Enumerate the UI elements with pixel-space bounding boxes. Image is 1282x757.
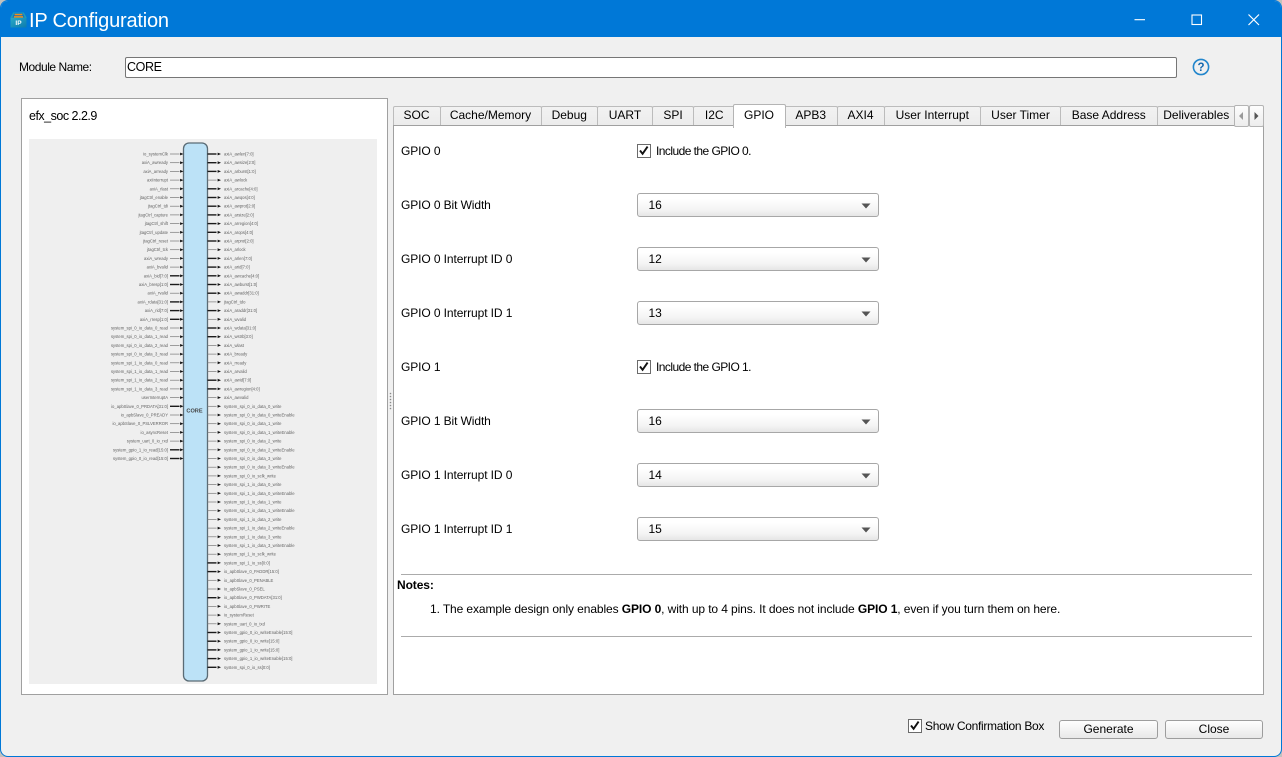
svg-text:axiA_bvalid: axiA_bvalid: [147, 265, 169, 270]
svg-text:system_spi_1_io_data_3_writeEn: system_spi_1_io_data_3_writeEnable: [224, 543, 295, 548]
svg-text:axiA_arburst[1:0]: axiA_arburst[1:0]: [224, 169, 256, 174]
svg-text:jtagCtrl_shift: jtagCtrl_shift: [144, 221, 169, 226]
svg-text:system_gpio_0_io_read[15:0]: system_gpio_0_io_read[15:0]: [113, 456, 168, 461]
svg-text:system_spi_0_io_data_2_write: system_spi_0_io_data_2_write: [224, 439, 282, 444]
svg-text:system_uart_0_io_rxd: system_uart_0_io_rxd: [127, 439, 169, 444]
svg-text:axiA_arqos[4:0]: axiA_arqos[4:0]: [224, 230, 253, 235]
svg-text:system_spi_1_io_data_3_write: system_spi_1_io_data_3_write: [224, 534, 282, 539]
svg-text:userInterruptA: userInterruptA: [141, 395, 168, 400]
svg-text:axiA_wready: axiA_wready: [144, 256, 169, 261]
svg-text:axiA_wstrb[3:0]: axiA_wstrb[3:0]: [224, 334, 253, 339]
svg-text:axiA_rdata[31:0]: axiA_rdata[31:0]: [138, 299, 169, 304]
svg-text:?: ?: [1197, 62, 1204, 74]
svg-text:axiA_rlast: axiA_rlast: [150, 186, 169, 191]
svg-text:axiA_arlen[7:0]: axiA_arlen[7:0]: [224, 256, 252, 261]
svg-text:system_uart_0_io_txd: system_uart_0_io_txd: [224, 621, 266, 626]
svg-text:axiA_wdata[31:0]: axiA_wdata[31:0]: [224, 326, 256, 331]
svg-text:axiA_awprot[2:0]: axiA_awprot[2:0]: [224, 204, 255, 209]
svg-text:system_gpio_1_io_write[15:0]: system_gpio_1_io_write[15:0]: [224, 647, 279, 652]
svg-text:io_apbSlave_0_PSLVERROR: io_apbSlave_0_PSLVERROR: [112, 421, 168, 426]
svg-text:axiA_araddr[31:0]: axiA_araddr[31:0]: [224, 308, 257, 313]
svg-text:system_gpio_0_io_write[15:0]: system_gpio_0_io_write[15:0]: [224, 639, 279, 644]
svg-text:system_spi_0_io_data_3_write: system_spi_0_io_data_3_write: [224, 456, 282, 461]
svg-text:axiA_rvalid: axiA_rvalid: [148, 291, 169, 296]
svg-text:system_spi_0_io_data_1_writeEn: system_spi_0_io_data_1_writeEnable: [224, 430, 295, 435]
svg-text:system_spi_0_io_data_3_read: system_spi_0_io_data_3_read: [111, 352, 169, 357]
svg-text:jtagCtrl_reset: jtagCtrl_reset: [142, 239, 169, 244]
svg-text:system_spi_1_io_data_0_writeEn: system_spi_1_io_data_0_writeEnable: [224, 491, 295, 496]
svg-text:CORE: CORE: [186, 409, 202, 415]
svg-text:axiA_arlock: axiA_arlock: [224, 247, 247, 252]
svg-text:io_apbSlave_0_PADDR[15:0]: io_apbSlave_0_PADDR[15:0]: [224, 569, 279, 574]
svg-text:system_spi_1_io_data_0_write: system_spi_1_io_data_0_write: [224, 482, 282, 487]
svg-text:axiA_arready: axiA_arready: [143, 169, 169, 174]
svg-text:jtagCtrl_tdo: jtagCtrl_tdo: [223, 299, 246, 304]
svg-text:system_spi_1_io_sclk_write: system_spi_1_io_sclk_write: [224, 552, 277, 557]
svg-text:axiA_awregion[4:0]: axiA_awregion[4:0]: [224, 386, 260, 391]
svg-text:system_gpio_0_io_writeEnable[1: system_gpio_0_io_writeEnable[15:0]: [224, 630, 292, 635]
svg-text:axiA_awlock: axiA_awlock: [224, 178, 248, 183]
svg-text:system_spi_0_io_data_2_read: system_spi_0_io_data_2_read: [111, 343, 169, 348]
svg-text:io_systemReset: io_systemReset: [224, 613, 255, 618]
svg-text:io_apbSlave_0_PREADY: io_apbSlave_0_PREADY: [121, 413, 168, 418]
svg-text:axiA_wlast: axiA_wlast: [224, 343, 245, 348]
svg-text:system_spi_0_io_data_0_writeEn: system_spi_0_io_data_0_writeEnable: [224, 413, 295, 418]
svg-text:system_spi_0_io_data_2_writeEn: system_spi_0_io_data_2_writeEnable: [224, 447, 295, 452]
svg-text:jtagCtrl_enable: jtagCtrl_enable: [139, 195, 169, 200]
svg-text:axiA_awaddr[31:0]: axiA_awaddr[31:0]: [224, 291, 259, 296]
svg-text:axiInterrupt: axiInterrupt: [147, 178, 169, 183]
svg-text:axiA_arvalid: axiA_arvalid: [224, 369, 247, 374]
svg-text:axiA_bid[7:0]: axiA_bid[7:0]: [144, 273, 168, 278]
svg-text:system_spi_1_io_data_2_read: system_spi_1_io_data_2_read: [111, 378, 169, 383]
svg-text:axiA_awburst[1:0]: axiA_awburst[1:0]: [224, 282, 257, 287]
svg-text:system_spi_1_io_data_1_write: system_spi_1_io_data_1_write: [224, 500, 282, 505]
svg-text:system_spi_1_io_ss[0:0]: system_spi_1_io_ss[0:0]: [224, 560, 270, 565]
svg-text:system_spi_1_io_data_3_read: system_spi_1_io_data_3_read: [111, 386, 169, 391]
svg-text:io_apbSlave_0_PRDATA[31:0]: io_apbSlave_0_PRDATA[31:0]: [111, 404, 168, 409]
svg-text:system_spi_1_io_data_2_writeEn: system_spi_1_io_data_2_writeEnable: [224, 526, 295, 531]
svg-text:IP: IP: [15, 20, 22, 27]
svg-text:io_asyncReset: io_asyncReset: [141, 430, 169, 435]
svg-text:system_spi_0_io_data_0_read: system_spi_0_io_data_0_read: [111, 326, 169, 331]
svg-text:system_gpio_1_io_read[15:0]: system_gpio_1_io_read[15:0]: [113, 447, 168, 452]
svg-text:axiA_awcache[4:0]: axiA_awcache[4:0]: [224, 273, 259, 278]
svg-text:axiA_wvalid: axiA_wvalid: [224, 317, 247, 322]
svg-text:axiA_rready: axiA_rready: [224, 360, 247, 365]
svg-text:io_apbSlave_0_PENABLE: io_apbSlave_0_PENABLE: [224, 578, 274, 583]
svg-text:system_spi_0_io_data_3_writeEn: system_spi_0_io_data_3_writeEnable: [224, 465, 295, 470]
svg-text:axiA_arsize[2:0]: axiA_arsize[2:0]: [224, 212, 254, 217]
svg-text:io_apbSlave_0_PSEL: io_apbSlave_0_PSEL: [224, 587, 265, 592]
svg-text:system_spi_0_io_data_0_write: system_spi_0_io_data_0_write: [224, 404, 282, 409]
svg-text:system_spi_0_io_sclk_write: system_spi_0_io_sclk_write: [224, 473, 277, 478]
svg-text:system_spi_0_io_ss[0:0]: system_spi_0_io_ss[0:0]: [224, 665, 270, 670]
svg-text:io_systemClk: io_systemClk: [143, 152, 169, 157]
svg-text:system_spi_1_io_data_1_read: system_spi_1_io_data_1_read: [111, 369, 169, 374]
svg-text:system_spi_0_io_data_1_write: system_spi_0_io_data_1_write: [224, 421, 282, 426]
svg-text:jtagCtrl_capture: jtagCtrl_capture: [137, 212, 168, 217]
svg-text:axiA_arid[7:0]: axiA_arid[7:0]: [224, 265, 250, 270]
svg-text:axiA_bready: axiA_bready: [224, 352, 248, 357]
svg-text:axiA_awready: axiA_awready: [142, 160, 169, 165]
svg-text:axiA_awid[7:0]: axiA_awid[7:0]: [224, 378, 251, 383]
svg-text:system_spi_1_io_data_0_read: system_spi_1_io_data_0_read: [111, 360, 169, 365]
svg-text:axiA_awsize[2:0]: axiA_awsize[2:0]: [224, 160, 255, 165]
svg-text:axiA_arregion[4:0]: axiA_arregion[4:0]: [224, 221, 258, 226]
svg-text:axiA_arprot[2:0]: axiA_arprot[2:0]: [224, 239, 254, 244]
svg-text:axiA_bresp[1:0]: axiA_bresp[1:0]: [139, 282, 168, 287]
svg-text:system_spi_0_io_data_1_read: system_spi_0_io_data_1_read: [111, 334, 169, 339]
svg-text:axiA_awlen[7:0]: axiA_awlen[7:0]: [224, 152, 254, 157]
svg-text:axiA_awqos[4:0]: axiA_awqos[4:0]: [224, 195, 255, 200]
svg-text:io_apbSlave_0_PWDATA[31:0]: io_apbSlave_0_PWDATA[31:0]: [224, 595, 282, 600]
svg-text:jtagCtrl_update: jtagCtrl_update: [139, 230, 169, 235]
svg-text:jtagCtrl_tck: jtagCtrl_tck: [146, 247, 169, 252]
svg-text:system_spi_1_io_data_2_write: system_spi_1_io_data_2_write: [224, 517, 282, 522]
svg-text:jtagCtrl_tdi: jtagCtrl_tdi: [147, 204, 168, 209]
svg-text:axiA_rid[7:0]: axiA_rid[7:0]: [145, 308, 168, 313]
svg-text:system_gpio_1_io_writeEnable[1: system_gpio_1_io_writeEnable[15:0]: [224, 656, 292, 661]
svg-text:axiA_rresp[1:0]: axiA_rresp[1:0]: [140, 317, 168, 322]
svg-text:axiA_awvalid: axiA_awvalid: [224, 395, 249, 400]
svg-text:io_apbSlave_0_PWRITE: io_apbSlave_0_PWRITE: [224, 604, 271, 609]
svg-text:system_spi_1_io_data_1_writeEn: system_spi_1_io_data_1_writeEnable: [224, 508, 295, 513]
svg-text:axiA_arcache[4:0]: axiA_arcache[4:0]: [224, 186, 258, 191]
